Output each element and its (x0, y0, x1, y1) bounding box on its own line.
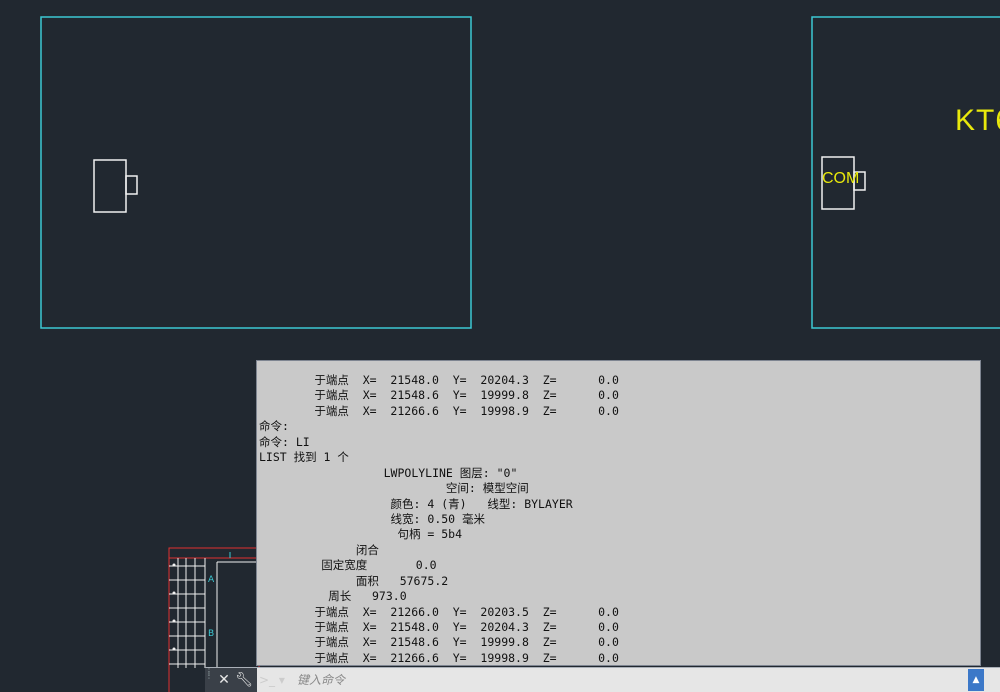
drag-grip-icon[interactable]: ⋮ ⋮ (205, 668, 213, 690)
com-text-label[interactable]: COM (822, 170, 859, 188)
history-line: LWPOLYLINE 图层: "0" (259, 465, 518, 480)
white-entity-body-left[interactable] (93, 159, 127, 213)
wrench-icon[interactable]: 🔧︎ (235, 670, 253, 690)
history-line: 颜色: 4 (青) 线型: BYLAYER (259, 496, 573, 511)
history-line: 于端点 X= 21548.0 Y= 20204.3 Z= 0.0 (259, 373, 619, 387)
command-line-bar[interactable]: ⋮⋮ ✕ 🔧︎ >_ ▾ ▲ (205, 667, 1000, 692)
history-line: 固定宽度 0.0 (259, 558, 437, 573)
grid-label-a: A (208, 575, 215, 585)
grid-label-b: B (208, 629, 214, 639)
scroll-up-icon[interactable]: ▲ (968, 669, 984, 691)
white-entity-tab-left[interactable] (125, 175, 138, 195)
command-prompt-icon[interactable]: >_ ▾ (259, 670, 289, 690)
history-line: 线宽: 0.50 毫米 (259, 511, 486, 526)
history-line: 于端点 X= 21266.6 Y= 19998.9 Z= 0.0 (259, 650, 619, 665)
history-line: 于端点 X= 21266.0 Y= 20203.5 Z= 0.0 (259, 604, 619, 619)
command-input[interactable] (293, 669, 963, 691)
history-line: 闭合 (259, 542, 379, 557)
history-line: 句柄 = 5b4 (259, 527, 463, 542)
history-line: LIST 找到 1 个 (259, 450, 349, 465)
cyan-polyline-rect-left[interactable] (40, 16, 472, 329)
command-line-toolstrip: ⋮ ⋮ ✕ 🔧︎ (205, 668, 257, 692)
history-line: 命令: LI (259, 434, 310, 449)
history-line: 面积 57675.2 (259, 573, 449, 588)
history-line: 命令: (259, 419, 289, 434)
command-history-text: 于端点 X= 21548.0 Y= 20204.3 Z= 0.0 于端点 X= … (259, 373, 980, 665)
history-line: 于端点 X= 21266.6 Y= 19998.9 Z= 0.0 (259, 403, 619, 418)
command-history-window[interactable]: 于端点 X= 21548.0 Y= 20204.3 Z= 0.0 于端点 X= … (256, 360, 981, 666)
history-line: 周长 973.0 (259, 589, 407, 604)
history-line: 空间: 模型空间 (259, 481, 529, 496)
history-line: 于端点 X= 21548.0 Y= 20204.3 Z= 0.0 (259, 620, 619, 634)
history-line: 于端点 X= 21548.6 Y= 19999.8 Z= 0.0 (259, 635, 619, 650)
close-icon[interactable]: ✕ (215, 670, 233, 690)
history-line: 于端点 X= 21548.6 Y= 19999.8 Z= 0.0 (259, 388, 619, 403)
kt-text-label[interactable]: KT6 (955, 104, 1000, 138)
